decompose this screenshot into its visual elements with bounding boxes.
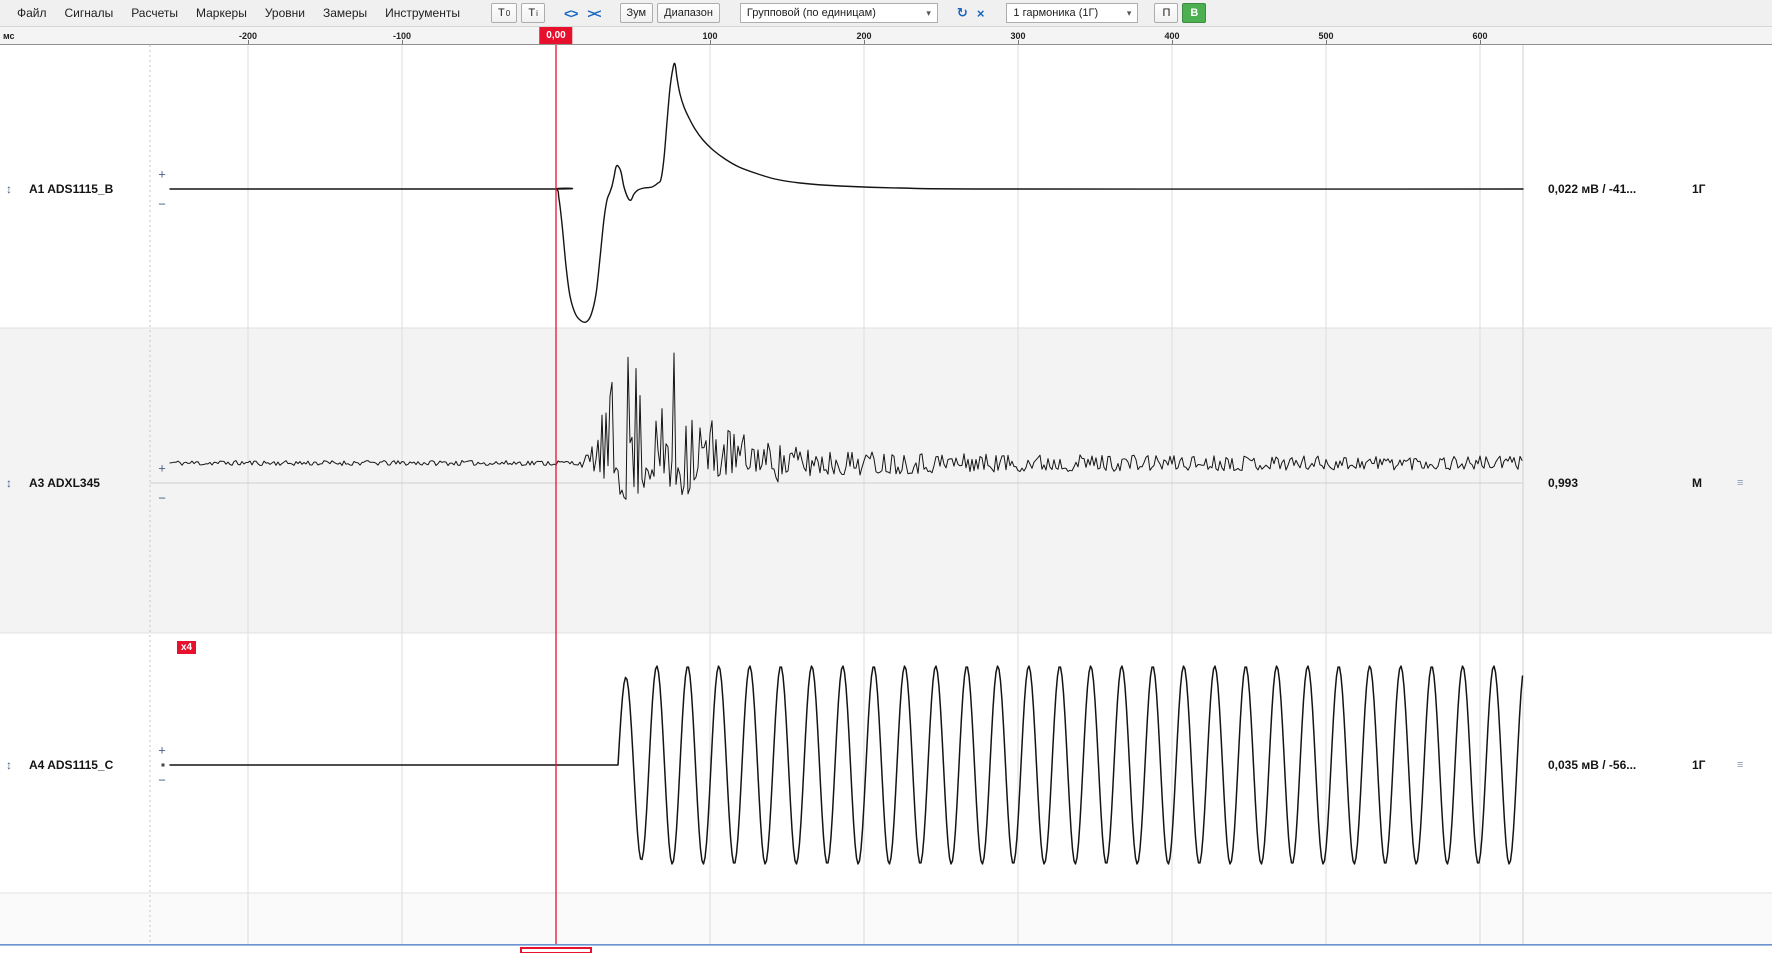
gain-badge: x4 bbox=[177, 641, 196, 654]
t0-sub-label: 0 bbox=[506, 9, 510, 18]
channel-handle-icon[interactable]: ≡ bbox=[1737, 477, 1743, 489]
ti-sub-label: i bbox=[536, 9, 538, 18]
channel-zoom-in-button[interactable]: + bbox=[158, 462, 166, 475]
channel-band bbox=[0, 328, 1772, 633]
channel-unit: М bbox=[1692, 476, 1702, 490]
clear-icon[interactable]: × bbox=[974, 6, 987, 21]
time-unit-label: мс bbox=[3, 31, 15, 41]
channel-unit: 1Г bbox=[1692, 758, 1705, 772]
range-button[interactable]: Диапазон bbox=[657, 3, 720, 23]
menu-items: ФайлСигналыРасчетыМаркерыУровниЗамерыИнс… bbox=[8, 1, 469, 25]
group-mode-select[interactable]: Групповой (по единицам) ▾ bbox=[740, 3, 938, 23]
harmonic-value: 1 гармоника (1Г) bbox=[1013, 7, 1098, 19]
cursor-bottom-handle[interactable] bbox=[520, 947, 592, 953]
menu-item[interactable]: Файл bbox=[8, 1, 56, 25]
channel-band bbox=[0, 45, 1772, 328]
p-toggle-button[interactable]: П bbox=[1154, 3, 1178, 23]
channel-zoom-out-button[interactable]: − bbox=[158, 198, 166, 211]
channel-zoom-in-button[interactable]: + bbox=[158, 168, 166, 181]
ruler-tick-mark bbox=[710, 40, 711, 44]
channel-name-label: A4 ADS1115_C bbox=[29, 758, 113, 772]
t0-button[interactable]: T0 bbox=[491, 3, 517, 23]
cursor-time-badge[interactable]: 0,00 bbox=[539, 27, 572, 44]
ruler-tick-mark bbox=[1326, 40, 1327, 44]
channel-value: 0,022 мВ / -41... bbox=[1548, 182, 1636, 196]
channel-move-icon[interactable]: ↕ bbox=[6, 758, 12, 772]
ruler-tick-mark bbox=[1018, 40, 1019, 44]
channel-zoom-in-button[interactable]: + bbox=[158, 744, 166, 757]
channel-zoom-out-button[interactable]: − bbox=[158, 492, 166, 505]
zoom-button[interactable]: Зум bbox=[620, 3, 654, 23]
channel-unit: 1Г bbox=[1692, 182, 1705, 196]
bottom-strip bbox=[0, 893, 1772, 944]
ruler-tick-mark bbox=[864, 40, 865, 44]
channel-move-icon[interactable]: ↕ bbox=[6, 182, 12, 196]
baseline-dot bbox=[162, 764, 165, 767]
channel-name-label: A3 ADXL345 bbox=[29, 476, 100, 490]
t0-label: T bbox=[498, 7, 505, 19]
channel-zoom-out-button[interactable]: − bbox=[158, 774, 166, 787]
channel-move-icon[interactable]: ↕ bbox=[6, 476, 12, 490]
menu-item[interactable]: Маркеры bbox=[187, 1, 256, 25]
harmonic-select[interactable]: 1 гармоника (1Г) ▾ bbox=[1006, 3, 1138, 23]
menu-item[interactable]: Сигналы bbox=[56, 1, 123, 25]
ruler-tick-mark bbox=[1480, 40, 1481, 44]
ruler-tick-mark bbox=[248, 40, 249, 44]
expand-horizontal-icon[interactable]: <> bbox=[561, 6, 580, 21]
app-window: ФайлСигналыРасчетыМаркерыУровниЗамерыИнс… bbox=[0, 0, 1772, 953]
ruler-tick-mark bbox=[402, 40, 403, 44]
v-toggle-button[interactable]: В bbox=[1182, 3, 1206, 23]
channel-band bbox=[0, 633, 1772, 893]
channel-value: 0,993 bbox=[1548, 476, 1578, 490]
time-ruler[interactable]: мс -200-1001002003004005006000,00 bbox=[0, 27, 1772, 45]
toolbar: T0 Ti <> >< Зум Диапазон Групповой (по е… bbox=[491, 3, 1206, 23]
chevron-down-icon: ▾ bbox=[1127, 8, 1132, 19]
chevron-down-icon: ▾ bbox=[926, 8, 931, 19]
channel-handle-icon[interactable]: ≡ bbox=[1737, 759, 1743, 771]
channel-name-label: A1 ADS1115_B bbox=[29, 182, 113, 196]
plot-area[interactable] bbox=[0, 45, 1772, 953]
menu-item[interactable]: Уровни bbox=[256, 1, 314, 25]
ruler-tick-mark bbox=[1172, 40, 1173, 44]
menu-item[interactable]: Инструменты bbox=[376, 1, 469, 25]
ti-label: T bbox=[528, 7, 535, 19]
menu-item[interactable]: Расчеты bbox=[122, 1, 187, 25]
compress-horizontal-icon[interactable]: >< bbox=[584, 6, 603, 21]
ti-button[interactable]: Ti bbox=[521, 3, 545, 23]
menu-item[interactable]: Замеры bbox=[314, 1, 376, 25]
channel-value: 0,035 мВ / -56... bbox=[1548, 758, 1636, 772]
group-mode-value: Групповой (по единицам) bbox=[747, 7, 876, 19]
menu-bar: ФайлСигналыРасчетыМаркерыУровниЗамерыИнс… bbox=[0, 0, 1772, 27]
sync-icon[interactable]: ↻ bbox=[954, 5, 970, 21]
